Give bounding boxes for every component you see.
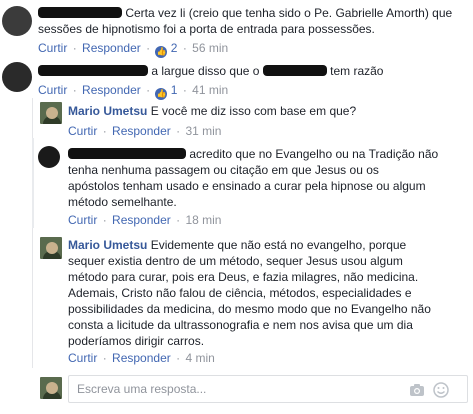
comment-text-line: possibilidades da medicina, do mesmo mod… [68,302,431,316]
timestamp[interactable]: 56 min [192,41,228,55]
emoji-icon[interactable] [433,382,449,398]
like-button[interactable]: Curtir [38,83,67,97]
mention-redacted[interactable] [262,65,327,76]
camera-icon[interactable] [409,383,425,397]
avatar [40,377,62,399]
reply-input[interactable]: Escreva uma resposta... [68,375,468,403]
reply-input-placeholder: Escreva uma resposta... [77,382,207,396]
avatar[interactable] [40,102,62,124]
comment-text-line: consta a licitude da ultrassonografia e … [68,318,413,332]
avatar[interactable] [2,62,32,92]
comment-actions: Curtir · Responder · 👍 1 · 41 min [38,83,229,100]
comment-text-line: método semelhante. [68,195,177,209]
author-name[interactable]: Mario Umetsu [68,104,147,118]
reply-2: acredito que no Evangelho ou na Tradição… [68,146,468,210]
reply-button[interactable]: Responder [82,41,141,55]
reply-button[interactable]: Responder [112,124,171,138]
author-name-redacted[interactable] [68,148,186,159]
reply-actions: Curtir · Responder · 31 min [68,124,222,138]
comment-actions: Curtir · Responder · 👍 2 · 56 min [38,41,229,58]
like-button[interactable]: Curtir [68,213,97,227]
comment-text-line: tenha nenhuma passagem ou citação em que… [68,163,379,177]
comment-text-line: apóstolos tenham usado e ensinado a cura… [68,179,426,193]
like-button[interactable]: Curtir [38,41,67,55]
reply-3: Mario Umetsu Evidemente que não está no … [68,237,468,349]
like-count[interactable]: 2 [171,41,178,55]
timestamp[interactable]: 31 min [185,124,221,138]
reply-button[interactable]: Responder [112,213,171,227]
avatar[interactable] [38,146,60,168]
reply-actions: Curtir · Responder · 4 min [68,351,215,365]
comment-text-line: método para curar, pois era Deus, e fazi… [68,270,419,284]
author-name-redacted[interactable] [38,7,122,18]
author-name-redacted[interactable] [38,65,148,76]
like-button[interactable]: Curtir [68,124,97,138]
like-count[interactable]: 1 [171,83,178,97]
avatar[interactable] [40,237,62,259]
comment-text-line: acredito que no Evangelho ou na Tradição… [189,147,439,161]
comment-1: Certa vez li (creio que tenha sido o Pe.… [38,5,463,37]
like-icon[interactable]: 👍 [155,88,168,100]
timestamp[interactable]: 4 min [185,351,214,365]
comment-text: a largue disso que o [151,64,260,78]
reply-button[interactable]: Responder [112,351,171,365]
like-icon[interactable]: 👍 [155,46,168,58]
reply-actions: Curtir · Responder · 18 min [68,213,222,227]
comment-text: E você me diz isso com base em que? [150,104,357,118]
comment-2: a largue disso que o tem razão [38,63,463,79]
comment-text-line: Ademais, Cristo não falou de ciência, mé… [68,286,412,300]
comment-text-line: poderíamos dirigir carros. [68,334,205,348]
like-button[interactable]: Curtir [68,351,97,365]
comment-text-line: Evidemente que não está no evangelho, po… [150,238,407,252]
avatar[interactable] [2,6,32,36]
thread-line-reply [32,138,34,228]
timestamp[interactable]: 18 min [185,213,221,227]
author-name[interactable]: Mario Umetsu [68,238,147,252]
reply-button[interactable]: Responder [82,83,141,97]
comment-text-line: sequer existia dentro de um método, sequ… [68,254,403,268]
timestamp[interactable]: 41 min [192,83,228,97]
reply-1: Mario Umetsu E você me diz isso com base… [68,103,468,119]
comment-text-end: tem razão [330,64,384,78]
